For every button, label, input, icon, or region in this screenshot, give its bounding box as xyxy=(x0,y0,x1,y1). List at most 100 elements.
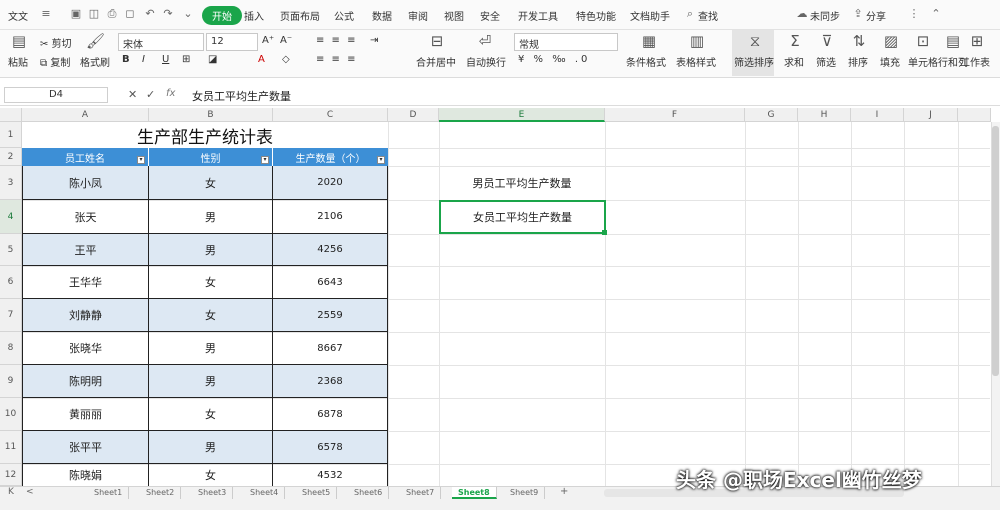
worksheet-icon[interactable]: ⊞ xyxy=(968,32,986,50)
share-icon[interactable]: ⇪ xyxy=(852,8,864,20)
font-color-button[interactable]: A xyxy=(258,54,265,65)
cell-quantity[interactable]: 6578 xyxy=(273,431,388,464)
cell-quantity[interactable]: 2106 xyxy=(273,200,388,234)
first-sheet-icon[interactable]: K xyxy=(8,487,14,497)
more-icon[interactable]: ⋮ xyxy=(908,8,920,20)
share-button[interactable]: 分享 xyxy=(866,8,886,23)
row-header[interactable]: 11 xyxy=(0,431,22,464)
cut-button[interactable]: ✂ 剪切 xyxy=(40,35,72,50)
fill-handle[interactable] xyxy=(602,230,607,235)
cell-gender[interactable]: 女 xyxy=(149,464,273,486)
table-style-icon[interactable]: ▥ xyxy=(688,32,706,50)
column-header-h[interactable]: H xyxy=(798,108,851,122)
bold-button[interactable]: B xyxy=(122,54,130,65)
scrollbar-thumb[interactable] xyxy=(992,126,999,376)
confirm-icon[interactable]: ✓ xyxy=(146,88,155,101)
export-icon[interactable]: ◫ xyxy=(88,8,100,20)
cell-name[interactable]: 王平 xyxy=(22,234,149,266)
wrap-button[interactable]: 自动换行 xyxy=(466,54,506,69)
sheet-tab[interactable]: Sheet5 xyxy=(296,487,338,499)
sheet-tab[interactable]: Sheet9 xyxy=(504,487,546,499)
sync-icon[interactable]: ☁ xyxy=(796,8,808,20)
paste-icon[interactable]: ▤ xyxy=(10,32,28,50)
menu-doc-assistant[interactable]: 文档助手 xyxy=(630,8,670,23)
filter-icon[interactable]: ⊽ xyxy=(818,32,836,50)
menu-formula[interactable]: 公式 xyxy=(334,8,354,23)
filter-button[interactable]: 筛选 xyxy=(816,54,836,69)
cell-gender[interactable]: 男 xyxy=(149,431,273,464)
cell-quantity[interactable]: 4256 xyxy=(273,234,388,266)
print-icon[interactable]: ⎙ xyxy=(106,8,118,20)
cell-gender[interactable]: 女 xyxy=(149,299,273,332)
cell-gender[interactable]: 男 xyxy=(149,200,273,234)
menu-security[interactable]: 安全 xyxy=(480,8,500,23)
column-header-f[interactable]: F xyxy=(605,108,745,122)
worksheet-button[interactable]: 工作表 xyxy=(960,54,990,69)
sync-status[interactable]: 未同步 xyxy=(810,8,840,23)
prev-sheet-icon[interactable]: < xyxy=(26,487,34,497)
menu-special[interactable]: 特色功能 xyxy=(576,8,616,23)
row-header[interactable]: 4 xyxy=(0,200,22,234)
merge-icon[interactable]: ⊟ xyxy=(428,32,446,50)
row-header[interactable]: 5 xyxy=(0,234,22,266)
italic-button[interactable]: I xyxy=(142,54,145,65)
cell-name[interactable]: 刘静静 xyxy=(22,299,149,332)
cell-name[interactable]: 陈晓娟 xyxy=(22,464,149,486)
cell-name[interactable]: 张天 xyxy=(22,200,149,234)
cell-icon[interactable]: ⊡ xyxy=(914,32,932,50)
column-header-a[interactable]: A xyxy=(22,108,149,122)
menu-developer[interactable]: 开发工具 xyxy=(518,8,558,23)
cell-quantity[interactable]: 2020 xyxy=(273,166,388,200)
column-header-d[interactable]: D xyxy=(388,108,439,122)
align-horizontal-group[interactable]: ≡ ≡ ≡ xyxy=(316,54,358,65)
sheet-tab[interactable]: Sheet1 xyxy=(88,487,130,499)
column-header-g[interactable]: G xyxy=(745,108,798,122)
underline-button[interactable]: U xyxy=(162,54,169,65)
menu-insert[interactable]: 插入 xyxy=(244,8,264,23)
filter-dropdown-icon[interactable]: ▾ xyxy=(137,156,145,164)
column-header-i[interactable]: I xyxy=(851,108,904,122)
header-name[interactable]: 员工姓名 ▾ xyxy=(22,148,149,166)
save-icon[interactable]: ▣ xyxy=(70,8,82,20)
rows-cols-icon[interactable]: ▤ xyxy=(944,32,962,50)
cell-name[interactable]: 王华华 xyxy=(22,266,149,299)
menu-review[interactable]: 审阅 xyxy=(408,8,428,23)
row-header[interactable]: 1 xyxy=(0,122,22,148)
search-icon[interactable]: ⌕ xyxy=(684,8,696,20)
cell-gender[interactable]: 男 xyxy=(149,332,273,365)
column-header-j[interactable]: J xyxy=(904,108,958,122)
redo-icon[interactable]: ↷ xyxy=(162,8,174,20)
sheet-tab[interactable]: Sheet3 xyxy=(192,487,234,499)
conditional-format-icon[interactable]: ▦ xyxy=(640,32,658,50)
copy-button[interactable]: ⧉ 复制 xyxy=(40,54,70,69)
sheet-tab[interactable]: Sheet7 xyxy=(400,487,442,499)
column-header-b[interactable]: B xyxy=(149,108,273,122)
cell-button[interactable]: 单元格 xyxy=(908,54,938,69)
conditional-format-button[interactable]: 条件格式 xyxy=(626,54,666,69)
merge-button[interactable]: 合并居中 xyxy=(416,54,456,69)
cell-gender[interactable]: 女 xyxy=(149,398,273,431)
sheet-tab-active[interactable]: Sheet8 xyxy=(452,487,497,499)
name-box[interactable]: D4 xyxy=(4,87,108,103)
font-size-select[interactable]: 12 xyxy=(206,33,258,51)
sort-icon[interactable]: ⇅ xyxy=(850,32,868,50)
sheet-tab[interactable]: Sheet4 xyxy=(244,487,286,499)
row-header[interactable]: 3 xyxy=(0,166,22,200)
cell-name[interactable]: 陈小凤 xyxy=(22,166,149,200)
table-style-button[interactable]: 表格样式 xyxy=(676,54,716,69)
cell-gender[interactable]: 女 xyxy=(149,166,273,200)
sort-button[interactable]: 排序 xyxy=(848,54,868,69)
collapse-icon[interactable]: ⌃ xyxy=(930,8,942,20)
menu-view[interactable]: 视图 xyxy=(444,8,464,23)
cell-gender[interactable]: 男 xyxy=(149,234,273,266)
number-format-buttons[interactable]: ¥ % ‰ .0 xyxy=(518,54,590,65)
row-header[interactable]: 9 xyxy=(0,365,22,398)
format-painter-icon[interactable]: 🖌 xyxy=(86,32,105,50)
row-header[interactable]: 7 xyxy=(0,299,22,332)
cell-quantity[interactable]: 2559 xyxy=(273,299,388,332)
undo-icon[interactable]: ↶ xyxy=(144,8,156,20)
align-top-group[interactable]: ≡ ≡ ≡ xyxy=(316,35,358,46)
customize-icon[interactable]: ⌄ xyxy=(182,8,194,20)
function-icon[interactable]: fx xyxy=(166,88,175,99)
male-average-label[interactable]: 男员工平均生产数量 xyxy=(439,166,605,200)
